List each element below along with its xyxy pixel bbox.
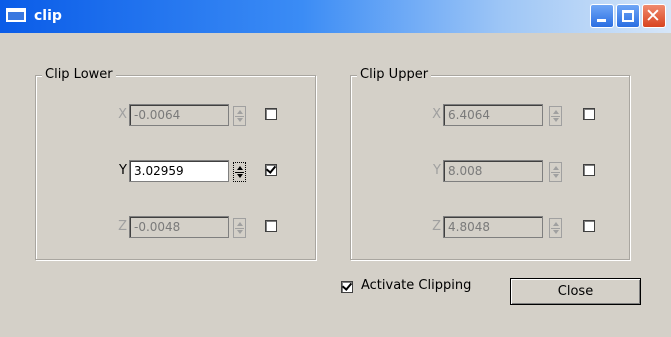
spin-up-icon: [237, 222, 243, 226]
clip-upper-legend: Clip Upper: [357, 67, 432, 82]
close-icon: ✕: [645, 5, 661, 27]
window-icon: [6, 8, 26, 22]
spin-up-icon: [553, 222, 559, 226]
spin-down-icon: [553, 118, 559, 122]
maximize-icon: [622, 10, 634, 22]
spin-down-icon: [237, 230, 243, 234]
clip-dialog: clip ✕ Clip Lower X -0.0064 Y 3.02959 Z …: [0, 0, 671, 337]
upper-y-checkbox[interactable]: [583, 164, 595, 176]
minimize-button[interactable]: [590, 4, 614, 28]
upper-y-label: Y: [433, 163, 441, 178]
spin-up-icon: [237, 110, 243, 114]
minimize-icon: [597, 19, 606, 22]
spin-up-icon: [237, 166, 243, 170]
upper-z-checkbox[interactable]: [583, 220, 595, 232]
lower-y-label: Y: [119, 163, 127, 178]
upper-x-checkbox[interactable]: [583, 108, 595, 120]
lower-y-checkbox[interactable]: [265, 163, 277, 176]
lower-x-checkbox[interactable]: [265, 108, 277, 120]
activate-clipping-label[interactable]: Activate Clipping: [361, 278, 471, 293]
upper-z-label: Z: [432, 219, 441, 234]
spin-up-icon: [553, 166, 559, 170]
checkmark-icon: [341, 280, 353, 291]
lower-z-label: Z: [118, 219, 127, 234]
checkmark-icon: [265, 163, 277, 174]
title-bar[interactable]: clip ✕: [0, 0, 671, 33]
spin-down-icon: [237, 118, 243, 122]
lower-x-spinner[interactable]: [233, 106, 246, 126]
spin-up-icon: [553, 110, 559, 114]
upper-x-field[interactable]: 6.4064: [443, 104, 543, 126]
lower-z-checkbox[interactable]: [265, 220, 277, 232]
spin-down-icon: [553, 230, 559, 234]
upper-x-label: X: [432, 107, 441, 122]
lower-x-field[interactable]: -0.0064: [129, 104, 229, 126]
upper-z-field[interactable]: 4.8048: [443, 216, 543, 238]
lower-z-field[interactable]: -0.0048: [129, 216, 229, 238]
upper-z-spinner[interactable]: [549, 218, 562, 238]
spin-down-icon: [237, 174, 243, 178]
lower-z-spinner[interactable]: [233, 218, 246, 238]
upper-y-spinner[interactable]: [549, 162, 562, 182]
upper-y-field[interactable]: 8.008: [443, 160, 543, 182]
maximize-button[interactable]: [616, 4, 640, 28]
lower-y-field[interactable]: 3.02959: [129, 160, 229, 182]
close-window-button[interactable]: ✕: [642, 4, 666, 28]
upper-x-spinner[interactable]: [549, 106, 562, 126]
window-title: clip: [34, 8, 62, 24]
clip-lower-legend: Clip Lower: [42, 67, 116, 82]
lower-x-label: X: [118, 107, 127, 122]
close-button[interactable]: Close: [510, 278, 641, 305]
spin-down-icon: [553, 174, 559, 178]
lower-y-spinner[interactable]: [233, 162, 246, 182]
activate-clipping-checkbox[interactable]: [341, 280, 353, 293]
